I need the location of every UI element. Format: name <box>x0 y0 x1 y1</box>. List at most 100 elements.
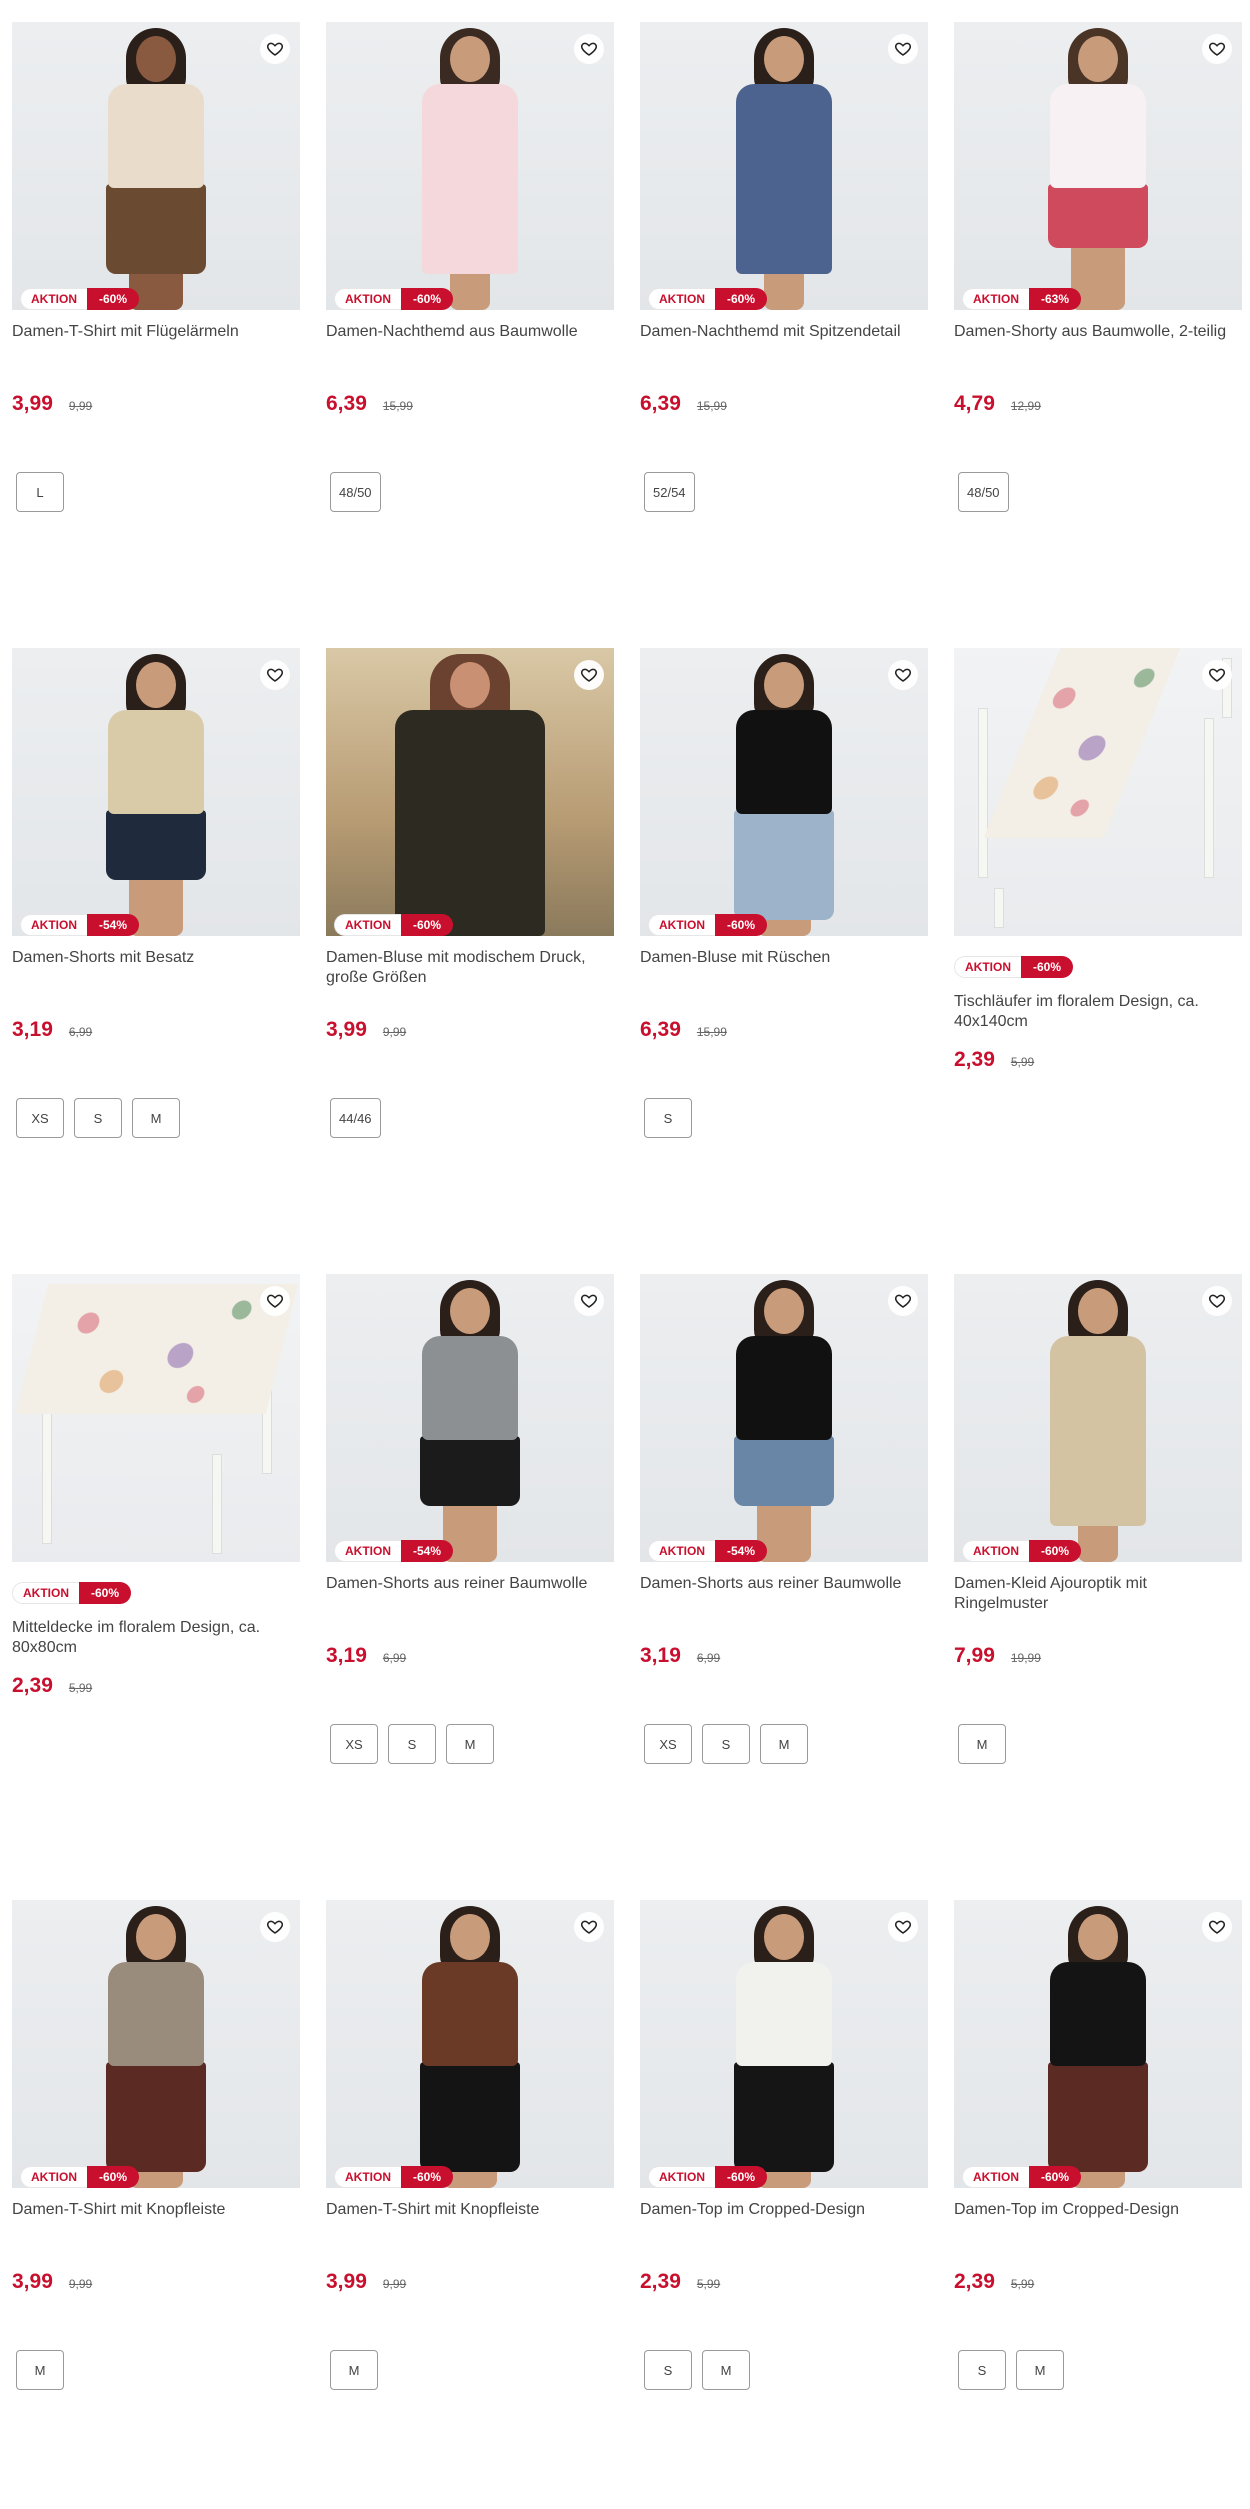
wishlist-heart-icon[interactable] <box>1202 1286 1232 1316</box>
product-title[interactable]: Damen-Top im Cropped-Design <box>954 2200 1242 2240</box>
size-button[interactable]: XS <box>330 1724 378 1764</box>
wishlist-heart-icon[interactable] <box>888 660 918 690</box>
size-button[interactable]: XS <box>644 1724 692 1764</box>
product-image[interactable]: AKTION -60% <box>326 1900 614 2188</box>
product-card[interactable]: AKTION -60% Damen-T-Shirt mit Flügelärmeln… <box>12 22 300 512</box>
aktion-badge: AKTION <box>12 1582 79 1604</box>
size-button[interactable]: S <box>644 2350 692 2390</box>
size-button[interactable]: S <box>644 1098 692 1138</box>
size-button[interactable]: 52/54 <box>644 472 695 512</box>
original-price: 9,99 <box>68 399 93 413</box>
original-price: 12,99 <box>1010 399 1041 413</box>
product-image[interactable]: AKTION -60% <box>954 1274 1242 1562</box>
wishlist-heart-icon[interactable] <box>574 34 604 64</box>
wishlist-heart-icon[interactable] <box>260 34 290 64</box>
product-card[interactable]: AKTION -60% Damen-T-Shirt mit Knopfleiste 3… <box>12 1900 300 2390</box>
product-title[interactable]: Damen-Shorts aus reiner Baumwolle <box>640 1574 928 1614</box>
product-card[interactable]: AKTION -60% Damen-Nachthemd mit Spitzendet… <box>640 22 928 512</box>
wishlist-heart-icon[interactable] <box>260 1912 290 1942</box>
size-button[interactable]: M <box>760 1724 808 1764</box>
product-card[interactable]: AKTION -60% Mitteldecke im floralem Design… <box>12 1274 300 1698</box>
product-title[interactable]: Damen-Shorty aus Baumwolle, 2-teilig <box>954 322 1242 362</box>
product-image[interactable]: AKTION -60% <box>326 22 614 310</box>
product-image[interactable] <box>12 1274 300 1562</box>
wishlist-heart-icon[interactable] <box>1202 660 1232 690</box>
wishlist-heart-icon[interactable] <box>574 1286 604 1316</box>
product-card[interactable]: AKTION -60% Damen-Bluse mit modischem Druc… <box>326 648 614 1138</box>
size-button[interactable]: 44/46 <box>330 1098 381 1138</box>
wishlist-heart-icon[interactable] <box>574 1912 604 1942</box>
size-button[interactable]: 48/50 <box>330 472 381 512</box>
product-image[interactable]: AKTION -63% <box>954 22 1242 310</box>
product-card[interactable]: AKTION -60% Damen-T-Shirt mit Knopfleiste 3… <box>326 1900 614 2390</box>
product-image[interactable]: AKTION -60% <box>640 1900 928 2188</box>
product-image[interactable]: AKTION -54% <box>326 1274 614 1562</box>
product-card[interactable]: AKTION -60% Damen-Nachthemd aus Baumwolle 6… <box>326 22 614 512</box>
size-button[interactable]: M <box>446 1724 494 1764</box>
product-title[interactable]: Damen-Nachthemd mit Spitzendetail <box>640 322 928 362</box>
size-button[interactable]: M <box>958 1724 1006 1764</box>
product-image[interactable]: AKTION -60% <box>12 22 300 310</box>
product-image[interactable]: AKTION -60% <box>954 1900 1242 2188</box>
size-button[interactable]: M <box>330 2350 378 2390</box>
size-button[interactable]: M <box>16 2350 64 2390</box>
wishlist-heart-icon[interactable] <box>888 1286 918 1316</box>
product-image[interactable] <box>954 648 1242 936</box>
product-card[interactable]: AKTION -54% Damen-Shorts mit Besatz 3,19 6,9… <box>12 648 300 1138</box>
size-options: S <box>640 1098 928 1138</box>
product-title[interactable]: Tischläufer im floralem Design, ca. 40x1… <box>954 992 1242 1032</box>
wishlist-heart-icon[interactable] <box>1202 34 1232 64</box>
original-price: 15,99 <box>696 399 727 413</box>
product-image[interactable]: AKTION -60% <box>12 1900 300 2188</box>
product-title[interactable]: Damen-Bluse mit Rüschen <box>640 948 928 988</box>
size-button[interactable]: S <box>958 2350 1006 2390</box>
product-title[interactable]: Damen-T-Shirt mit Flügelärmeln <box>12 322 300 362</box>
product-title[interactable]: Damen-T-Shirt mit Knopfleiste <box>326 2200 614 2240</box>
product-title[interactable]: Damen-Shorts aus reiner Baumwolle <box>326 1574 614 1614</box>
aktion-badge: AKTION <box>20 914 87 936</box>
product-card[interactable]: AKTION -60% Damen-Top im Cropped-Design 2,3… <box>640 1900 928 2390</box>
size-button[interactable]: M <box>1016 2350 1064 2390</box>
original-price: 15,99 <box>382 399 413 413</box>
product-title[interactable]: Damen-Kleid Ajouroptik mit Ringelmuster <box>954 1574 1242 1614</box>
aktion-badge: AKTION <box>954 956 1021 978</box>
wishlist-heart-icon[interactable] <box>888 34 918 64</box>
size-button[interactable]: S <box>702 1724 750 1764</box>
product-image[interactable]: AKTION -60% <box>640 22 928 310</box>
product-card[interactable]: AKTION -60% Damen-Top im Cropped-Design 2,3… <box>954 1900 1242 2390</box>
wishlist-heart-icon[interactable] <box>260 1286 290 1316</box>
size-button[interactable]: 48/50 <box>958 472 1009 512</box>
product-card[interactable]: AKTION -54% Damen-Shorts aus reiner Baumwo… <box>640 1274 928 1764</box>
product-title[interactable]: Mitteldecke im floralem Design, ca. 80x8… <box>12 1618 300 1658</box>
product-card[interactable]: AKTION -60% Tischläufer im floralem Design… <box>954 648 1242 1072</box>
discount-badge: -60% <box>1029 1540 1082 1562</box>
wishlist-heart-icon[interactable] <box>1202 1912 1232 1942</box>
size-button[interactable]: XS <box>16 1098 64 1138</box>
price-row: 2,39 5,99 <box>12 1674 300 1698</box>
wishlist-heart-icon[interactable] <box>260 660 290 690</box>
product-title[interactable]: Damen-Top im Cropped-Design <box>640 2200 928 2240</box>
size-button[interactable]: M <box>132 1098 180 1138</box>
promo-badge: AKTION -60% <box>20 288 140 310</box>
size-button[interactable]: M <box>702 2350 750 2390</box>
size-button[interactable]: S <box>388 1724 436 1764</box>
product-card[interactable]: AKTION -60% Damen-Bluse mit Rüschen 6,39 15,… <box>640 648 928 1138</box>
size-button[interactable]: L <box>16 472 64 512</box>
product-title[interactable]: Damen-T-Shirt mit Knopfleiste <box>12 2200 300 2240</box>
price-row: 4,79 12,99 <box>954 392 1242 416</box>
product-image[interactable]: AKTION -60% <box>640 648 928 936</box>
product-title[interactable]: Damen-Nachthemd aus Baumwolle <box>326 322 614 362</box>
wishlist-heart-icon[interactable] <box>888 1912 918 1942</box>
product-image[interactable]: AKTION -54% <box>12 648 300 936</box>
product-title[interactable]: Damen-Shorts mit Besatz <box>12 948 300 988</box>
size-button[interactable]: S <box>74 1098 122 1138</box>
product-card[interactable]: AKTION -60% Damen-Kleid Ajouroptik mit Rin… <box>954 1274 1242 1764</box>
aktion-badge: AKTION <box>20 2166 87 2188</box>
product-image[interactable]: AKTION -60% <box>326 648 614 936</box>
product-image[interactable]: AKTION -54% <box>640 1274 928 1562</box>
product-card[interactable]: AKTION -63% Damen-Shorty aus Baumwolle, 2-… <box>954 22 1242 512</box>
product-card[interactable]: AKTION -54% Damen-Shorts aus reiner Baumwo… <box>326 1274 614 1764</box>
wishlist-heart-icon[interactable] <box>574 660 604 690</box>
original-price: 5,99 <box>1010 2277 1035 2291</box>
product-title[interactable]: Damen-Bluse mit modischem Druck, große G… <box>326 948 614 988</box>
